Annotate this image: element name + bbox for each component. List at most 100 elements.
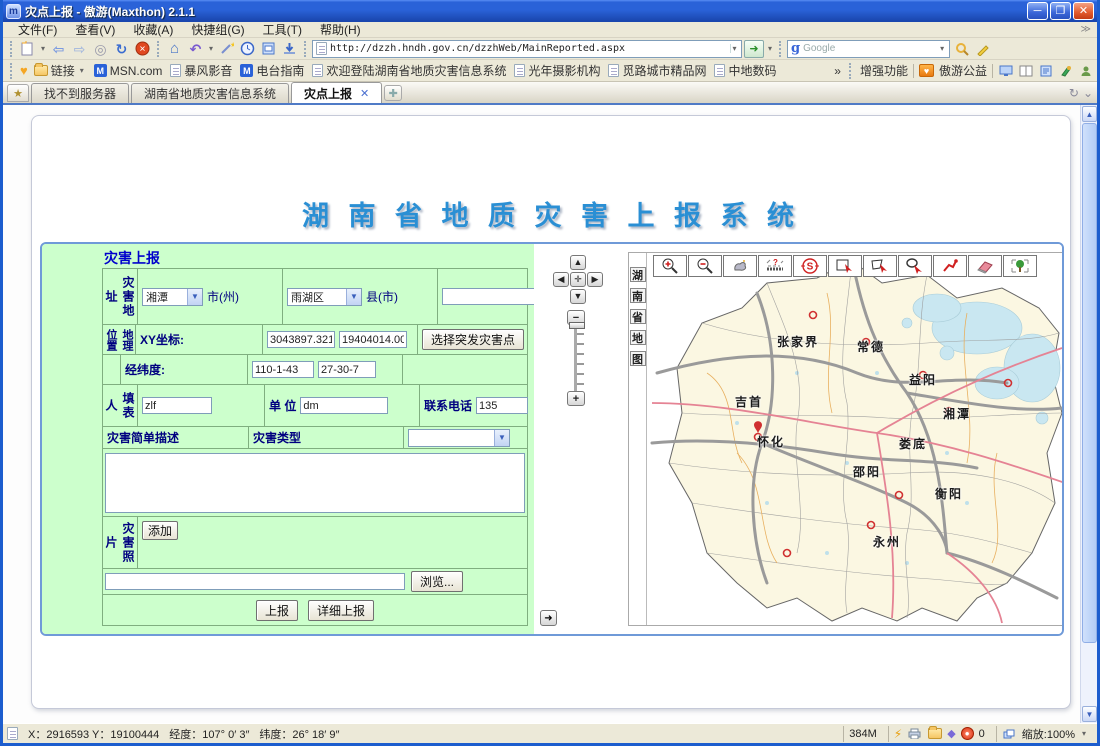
search-magnifier-icon[interactable] — [952, 40, 971, 58]
reopen-closed-tab-icon[interactable]: ↻ — [1069, 86, 1079, 100]
home-icon[interactable]: ⌂ — [165, 40, 184, 58]
zoom-slider-track[interactable] — [574, 325, 584, 391]
select-circle-tool-icon[interactable] — [898, 255, 932, 277]
scroll-down-icon[interactable]: ▼ — [1082, 706, 1097, 722]
history-dropdown-icon[interactable]: ◎ — [91, 40, 110, 58]
tab-close-icon[interactable]: ✕ — [360, 87, 369, 100]
undo-icon[interactable]: ↶ — [186, 40, 205, 58]
select-rectangle-tool-icon[interactable] — [828, 255, 862, 277]
search-dropdown-icon[interactable]: ▾ — [938, 44, 946, 53]
zoom-out-tool-icon[interactable] — [688, 255, 722, 277]
tab-server-not-found[interactable]: 找不到服务器 — [31, 83, 129, 103]
strip-char[interactable]: 南 — [630, 288, 646, 303]
county-select[interactable]: 雨湖区 ▼ — [287, 288, 362, 306]
photo-file-input[interactable] — [105, 573, 405, 590]
pan-up-button[interactable]: ▲ — [570, 255, 586, 270]
strip-char[interactable]: 图 — [630, 351, 646, 366]
x-coordinate-input[interactable] — [267, 331, 335, 348]
link-hunan-geo-system[interactable]: 欢迎登陆湖南省地质灾害信息系统 — [310, 62, 508, 79]
download-icon[interactable] — [280, 40, 299, 58]
undo-dropdown-icon[interactable]: ▾ — [207, 44, 215, 53]
plugin-diamond-icon[interactable]: ◆ — [947, 727, 955, 740]
phone-input[interactable] — [476, 397, 528, 414]
pan-right-button[interactable]: ▶ — [587, 272, 603, 287]
tab-disaster-report-active[interactable]: 灾点上报 ✕ — [291, 82, 382, 103]
forward-icon[interactable]: ⇨ — [70, 40, 89, 58]
select-polygon-tool-icon[interactable] — [863, 255, 897, 277]
new-tab-button[interactable]: ✚ — [384, 85, 402, 101]
pick-disaster-point-button[interactable]: 选择突发灾害点 — [422, 329, 524, 350]
menu-favorites[interactable]: 收藏(A) — [124, 21, 182, 38]
go-button[interactable]: ➜ — [744, 40, 764, 58]
tab-hunan-geo-info-system[interactable]: 湖南省地质灾害信息系统 — [131, 83, 289, 103]
refresh-icon[interactable]: ↻ — [112, 40, 131, 58]
link-zhongdi[interactable]: 中地数码 — [712, 62, 778, 79]
strip-char[interactable]: 省 — [630, 309, 646, 324]
zoom-control[interactable]: 缩放:100% ▾ — [996, 726, 1093, 742]
stop-icon[interactable]: ✕ — [133, 40, 152, 58]
menu-groups[interactable]: 快捷组(G) — [182, 21, 253, 38]
draw-point-tool-icon[interactable] — [933, 255, 967, 277]
history-clock-icon[interactable] — [238, 40, 257, 58]
screen-capture-icon[interactable] — [998, 64, 1013, 77]
menu-view[interactable]: 查看(V) — [66, 21, 124, 38]
tabbar-menu-icon[interactable]: ⌄ — [1083, 86, 1093, 100]
pan-center-button[interactable]: ✛ — [570, 272, 586, 287]
new-page-icon[interactable] — [18, 40, 37, 58]
scroll-up-icon[interactable]: ▲ — [1082, 106, 1097, 122]
add-photo-button[interactable]: 添加 — [142, 521, 178, 540]
collapse-form-panel-button[interactable]: ➜ — [540, 610, 557, 626]
detailed-report-button[interactable]: 详细上报 — [308, 600, 374, 621]
reporter-name-input[interactable] — [142, 397, 212, 414]
search-input[interactable] — [803, 43, 935, 54]
strip-char[interactable]: 地 — [630, 330, 646, 345]
menu-file[interactable]: 文件(F) — [9, 21, 66, 38]
link-msn[interactable]: MMSN.com — [92, 64, 165, 78]
boost-lightning-icon[interactable]: ⚡ — [894, 727, 902, 741]
charity-label[interactable]: 傲游公益 — [939, 62, 987, 79]
y-coordinate-input[interactable] — [339, 331, 407, 348]
magic-fill-icon[interactable]: ★ — [217, 40, 236, 58]
measure-distance-tool-icon[interactable]: ? — [758, 255, 792, 277]
link-baofeng[interactable]: 暴风影音 — [168, 62, 234, 79]
latitude-input[interactable] — [318, 361, 376, 378]
pan-down-button[interactable]: ▼ — [570, 289, 586, 304]
url-dropdown-icon[interactable]: ▾ — [730, 44, 738, 53]
map-canvas[interactable]: ? S — [647, 253, 1064, 625]
zoom-in-slider-button[interactable]: + — [567, 391, 585, 406]
unit-input[interactable] — [300, 397, 388, 414]
menu-help[interactable]: 帮助(H) — [311, 21, 370, 38]
pan-tool-icon[interactable] — [723, 255, 757, 277]
menu-overflow-chevron-icon[interactable]: ≫ — [1081, 24, 1091, 35]
links-folder[interactable]: 链接 ▾ — [32, 62, 88, 79]
blocked-count-icon[interactable]: ● — [961, 727, 974, 740]
city-select[interactable]: 湘潭 ▼ — [142, 288, 203, 306]
highlight-pen-icon[interactable] — [973, 40, 992, 58]
menu-tools[interactable]: 工具(T) — [254, 21, 311, 38]
submit-report-button[interactable]: 上报 — [256, 600, 298, 621]
new-page-dropdown-icon[interactable]: ▾ — [39, 44, 47, 53]
user-icon[interactable] — [1078, 64, 1093, 77]
maxthon-charity-icon[interactable]: ♥ — [919, 64, 934, 77]
longitude-input[interactable] — [252, 361, 314, 378]
folder-status-icon[interactable] — [927, 727, 942, 740]
zoom-in-tool-icon[interactable] — [653, 255, 687, 277]
url-input[interactable] — [330, 43, 727, 54]
close-button[interactable]: ✕ — [1073, 2, 1094, 20]
strip-char[interactable]: 湖 — [630, 267, 646, 282]
vertical-scrollbar[interactable]: ▲ ▼ — [1080, 105, 1097, 723]
zoom-slider-handle[interactable] — [569, 322, 585, 329]
notes-icon[interactable] — [1038, 64, 1053, 77]
back-icon[interactable]: ⇦ — [49, 40, 68, 58]
disaster-description-textarea[interactable] — [105, 453, 525, 513]
browse-button[interactable]: 浏览... — [411, 571, 463, 592]
favorites-heart-icon[interactable]: ♥ — [20, 63, 28, 78]
minimize-button[interactable]: ─ — [1027, 2, 1048, 20]
disaster-type-select[interactable]: ▼ — [408, 429, 510, 447]
address-detail-input[interactable] — [442, 288, 547, 305]
frames-icon[interactable] — [259, 40, 278, 58]
links-overflow[interactable]: » — [834, 64, 841, 78]
link-photo-studio[interactable]: 光年摄影机构 — [512, 62, 602, 79]
zoom-dropdown-icon[interactable]: ▾ — [1080, 729, 1088, 738]
select-s-tool-icon[interactable]: S — [793, 255, 827, 277]
